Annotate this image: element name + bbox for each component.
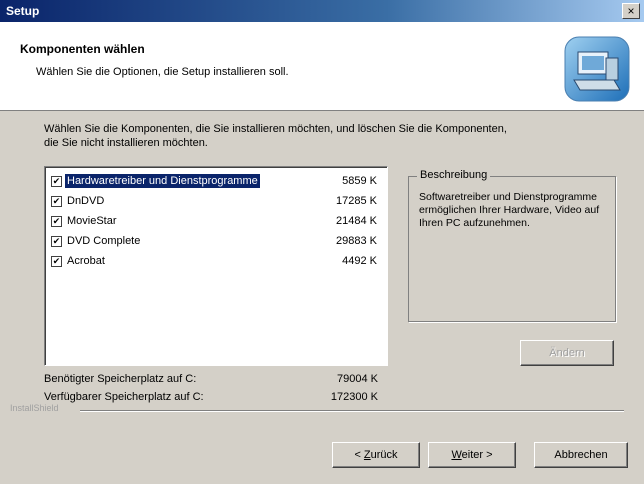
list-item[interactable]: ✔ MovieStar 21484 K xyxy=(49,211,381,231)
page-subtitle: Wählen Sie die Optionen, die Setup insta… xyxy=(36,66,289,78)
list-item[interactable]: ✔ DnDVD 17285 K xyxy=(49,191,381,211)
next-button[interactable]: Weiter > xyxy=(428,442,516,468)
required-space-label: Benötigter Speicherplatz auf C: xyxy=(44,373,197,385)
list-item[interactable]: ✔ Acrobat 4492 K xyxy=(49,251,381,271)
setup-window: Setup × Komponenten wählen Wählen Sie di… xyxy=(0,0,644,484)
component-label: DnDVD xyxy=(67,195,105,207)
instructions: Wählen Sie die Komponenten, die Sie inst… xyxy=(44,122,624,150)
next-label: eiter > xyxy=(461,449,493,461)
computer-setup-icon xyxy=(564,36,630,102)
available-space-value: 172300 K xyxy=(330,391,378,403)
component-label: MovieStar xyxy=(67,215,117,227)
next-accesskey: W xyxy=(451,449,462,461)
component-size: 4492 K xyxy=(342,255,377,267)
back-label: urück xyxy=(370,449,398,461)
required-space-row: Benötigter Speicherplatz auf C: 79004 K xyxy=(44,372,384,386)
page-title: Komponenten wählen xyxy=(20,42,145,56)
component-size: 17285 K xyxy=(336,195,377,207)
back-button[interactable]: < Zurück xyxy=(332,442,420,468)
list-item[interactable]: ✔ Hardwaretreiber und Dienstprogramme 5859… xyxy=(49,171,381,191)
component-size: 29883 K xyxy=(336,235,377,247)
window-title: Setup xyxy=(6,4,40,18)
component-checkbox[interactable]: ✔ xyxy=(51,216,62,227)
instructions-line-1: Wählen Sie die Komponenten, die Sie inst… xyxy=(44,123,507,135)
instructions-line-2: die Sie nicht installieren möchten. xyxy=(44,137,208,149)
component-size: 21484 K xyxy=(336,215,377,227)
close-icon[interactable]: × xyxy=(622,3,640,19)
description-group: Beschreibung Softwaretreiber und Dienstp… xyxy=(408,169,616,322)
component-label: Hardwaretreiber und Dienstprogramme xyxy=(65,174,260,188)
back-prefix: < xyxy=(354,449,364,461)
description-legend: Beschreibung xyxy=(417,169,491,181)
component-checkbox[interactable]: ✔ xyxy=(51,256,62,267)
available-space-row: Verfügbarer Speicherplatz auf C: 172300 … xyxy=(44,390,384,404)
cancel-button[interactable]: Abbrechen xyxy=(534,442,628,468)
component-checkbox[interactable]: ✔ xyxy=(51,196,62,207)
back-accesskey: Z xyxy=(363,449,371,461)
required-space-value: 79004 K xyxy=(337,373,378,385)
component-size: 5859 K xyxy=(342,175,377,187)
available-space-label: Verfügbarer Speicherplatz auf C: xyxy=(44,391,204,403)
list-item[interactable]: ✔ DVD Complete 29883 K xyxy=(49,231,381,251)
brand-label: InstallShield xyxy=(10,403,63,413)
header-panel: Komponenten wählen Wählen Sie die Option… xyxy=(0,22,644,111)
component-label: Acrobat xyxy=(67,255,105,267)
change-button[interactable]: Ändern xyxy=(520,340,614,366)
component-label: DVD Complete xyxy=(67,235,141,247)
component-checkbox[interactable]: ✔ xyxy=(51,236,62,247)
separator-line xyxy=(80,410,624,412)
component-list[interactable]: ✔ Hardwaretreiber und Dienstprogramme 5859… xyxy=(44,166,388,366)
title-bar[interactable]: Setup × xyxy=(0,0,644,22)
component-checkbox[interactable]: ✔ xyxy=(51,176,62,187)
description-text: Softwaretreiber und Dienstprogramme ermö… xyxy=(419,191,600,229)
